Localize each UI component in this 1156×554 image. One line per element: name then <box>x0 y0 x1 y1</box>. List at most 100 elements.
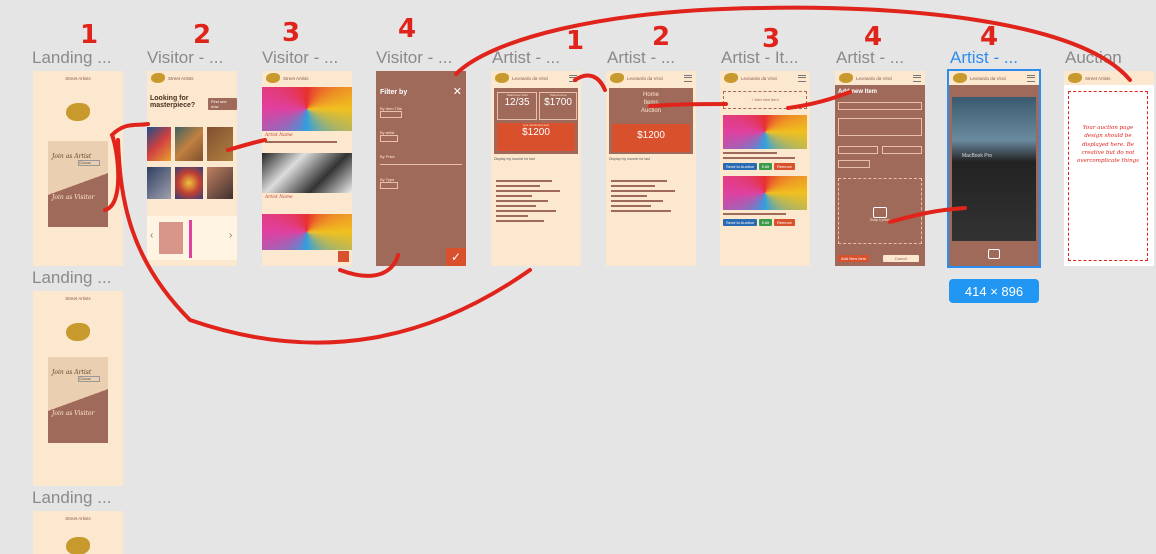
frame-landing-3[interactable]: Street Artists <box>33 511 123 554</box>
frame-title-visitor-4[interactable]: Visitor - ... <box>376 48 488 68</box>
logo-icon <box>66 537 90 554</box>
artwork-thumb[interactable] <box>147 127 171 161</box>
item-artwork[interactable] <box>723 115 807 149</box>
artwork-thumb[interactable] <box>207 127 233 161</box>
join-artist-label[interactable]: Join as Artist <box>48 141 108 160</box>
camera-shutter-icon[interactable] <box>988 249 1000 259</box>
items-sold-card: Total items Sold 12/35 <box>497 92 537 120</box>
frame-visitor-3[interactable]: Street Artists Artist Name Artist Name <box>262 71 352 266</box>
artwork-card[interactable] <box>262 153 352 193</box>
artist-name: Artist Name <box>265 133 293 138</box>
by-artist-label: By artist <box>380 130 395 135</box>
logo-icon <box>495 73 509 83</box>
annotation-number: 2 <box>652 22 671 52</box>
auction-header: Street Artists <box>1064 71 1154 85</box>
annotation-number: 1 <box>80 20 99 50</box>
logo-icon <box>839 73 853 83</box>
artist-header: Leonardo da Vinci <box>949 71 1039 85</box>
arrow-visitor4-to-top <box>454 5 1132 82</box>
frame-title-auction[interactable]: Auction <box>1065 48 1145 68</box>
frame-title-artist-4[interactable]: Artist - ... <box>836 48 948 68</box>
apply-check-icon[interactable]: ✓ <box>446 248 466 266</box>
landing-header: Street Artists <box>33 71 123 85</box>
menu-icon[interactable] <box>684 74 692 82</box>
camera-icon[interactable] <box>873 207 887 218</box>
desc-line <box>723 152 777 154</box>
menu-item-items[interactable]: Items <box>609 98 693 106</box>
artist-select[interactable] <box>380 135 398 142</box>
chevron-left-icon[interactable]: ‹ <box>150 230 153 241</box>
artwork-card[interactable] <box>262 87 352 131</box>
menu-icon[interactable] <box>913 74 921 82</box>
menu-icon[interactable] <box>798 74 806 82</box>
edit-button[interactable]: Edit <box>759 163 772 170</box>
join-visitor-label[interactable]: Join as Visitor <box>48 166 108 201</box>
artwork-thumb[interactable] <box>175 167 203 199</box>
join-visitor-label[interactable]: Join as Visitor <box>48 382 108 417</box>
send-to-auction-button[interactable]: Send to Auction <box>723 163 758 170</box>
add-item-box[interactable]: + Add new item <box>723 91 807 109</box>
add-new-item-button[interactable]: Add New Item <box>838 255 870 262</box>
title-input[interactable] <box>838 102 922 110</box>
logo-icon <box>266 73 280 83</box>
split-panel: Join as Artist Choose Join as Visitor <box>48 357 108 443</box>
annotation-number: 3 <box>762 24 781 54</box>
cancel-button[interactable]: Cancel <box>883 255 919 262</box>
frame-artist-1[interactable]: Leonardo da Vinci Total items Sold 12/35… <box>491 71 581 266</box>
menu-item-home[interactable]: Home <box>609 88 693 98</box>
edit-button[interactable]: Edit <box>759 219 772 226</box>
add-item-title: Add new Item <box>838 89 878 95</box>
remove-button[interactable]: Remove <box>773 219 795 226</box>
brand-label: Street Artists <box>1085 75 1111 81</box>
artwork-thumb[interactable] <box>147 167 171 199</box>
frame-artist-3-items[interactable]: Leonardo da Vinci + Add new item Send to… <box>720 71 810 266</box>
artwork-card[interactable] <box>262 214 352 250</box>
frame-artist-camera[interactable]: Leonardo da Vinci MacBook Pro <box>947 69 1041 268</box>
artwork-thumb[interactable] <box>207 167 233 199</box>
desc-line <box>723 157 795 159</box>
item-artwork[interactable] <box>723 176 807 210</box>
frame-landing-2[interactable]: Street Artists Join as Artist Choose Joi… <box>33 291 123 486</box>
frame-artist-4-add[interactable]: Leonardo da Vinci Add new Item Snap a ph… <box>835 71 925 266</box>
frame-artist-2[interactable]: Leonardo da Vinci Home Items Auction $12… <box>606 71 696 266</box>
frame-title-landing-3[interactable]: Landing ... <box>32 488 144 508</box>
income-card: Total Income $1700 <box>539 92 577 120</box>
item-title-input[interactable] <box>380 111 402 118</box>
close-icon[interactable]: ✕ <box>453 85 462 98</box>
live-auction-card[interactable]: Live auctioning item $1200 <box>497 123 575 151</box>
send-to-auction-button[interactable]: Send to Auction <box>723 219 758 226</box>
chevron-right-icon[interactable]: › <box>229 230 232 241</box>
frame-title-artist-camera[interactable]: Artist - ... <box>950 48 1062 68</box>
frame-title-landing[interactable]: Landing ... <box>32 48 144 68</box>
price-input[interactable] <box>838 146 878 154</box>
type-input[interactable] <box>882 146 922 154</box>
menu-icon[interactable] <box>1027 74 1035 82</box>
split-panel: Join as Artist Choose Join as Visitor <box>48 141 108 227</box>
menu-item-auction[interactable]: Auction <box>609 106 693 114</box>
frame-title-landing-2[interactable]: Landing ... <box>32 268 144 288</box>
artist-header: Leonardo da Vinci <box>491 71 581 85</box>
photo-dropzone[interactable]: Snap a photo <box>838 178 922 244</box>
frame-title-artist-1[interactable]: Artist - ... <box>492 48 604 68</box>
find-now-button[interactable]: Find one now <box>208 98 237 110</box>
remove-button[interactable]: Remove <box>773 163 795 170</box>
brand-label: Street Artists <box>65 515 91 521</box>
artwork-thumb[interactable] <box>175 127 203 161</box>
frame-landing[interactable]: Street Artists Join as Artist Choose Joi… <box>33 71 123 266</box>
description-input[interactable] <box>838 118 922 136</box>
filter-icon[interactable] <box>338 251 349 262</box>
logo-icon <box>151 73 165 83</box>
live-auction-card[interactable]: $1200 <box>612 124 690 152</box>
menu-icon[interactable] <box>569 74 577 82</box>
item-actions: Send to Auction Edit Remove <box>723 219 807 226</box>
annotation-number: 4 <box>980 22 999 52</box>
annotation-number: 4 <box>864 22 883 52</box>
frame-title-visitor-2[interactable]: Visitor - ... <box>147 48 259 68</box>
join-artist-label[interactable]: Join as Artist <box>48 357 108 376</box>
frame-auction[interactable]: Street Artists Your auction page design … <box>1064 71 1154 266</box>
frame-visitor-4-filter[interactable]: Filter by ✕ By Item Title By artist By P… <box>376 71 466 266</box>
type-select[interactable] <box>380 182 398 189</box>
frame-visitor-2[interactable]: Street Artists Looking for masterpiece? … <box>147 71 237 266</box>
date-input[interactable] <box>838 160 870 168</box>
frame-title-visitor-3[interactable]: Visitor - ... <box>262 48 374 68</box>
